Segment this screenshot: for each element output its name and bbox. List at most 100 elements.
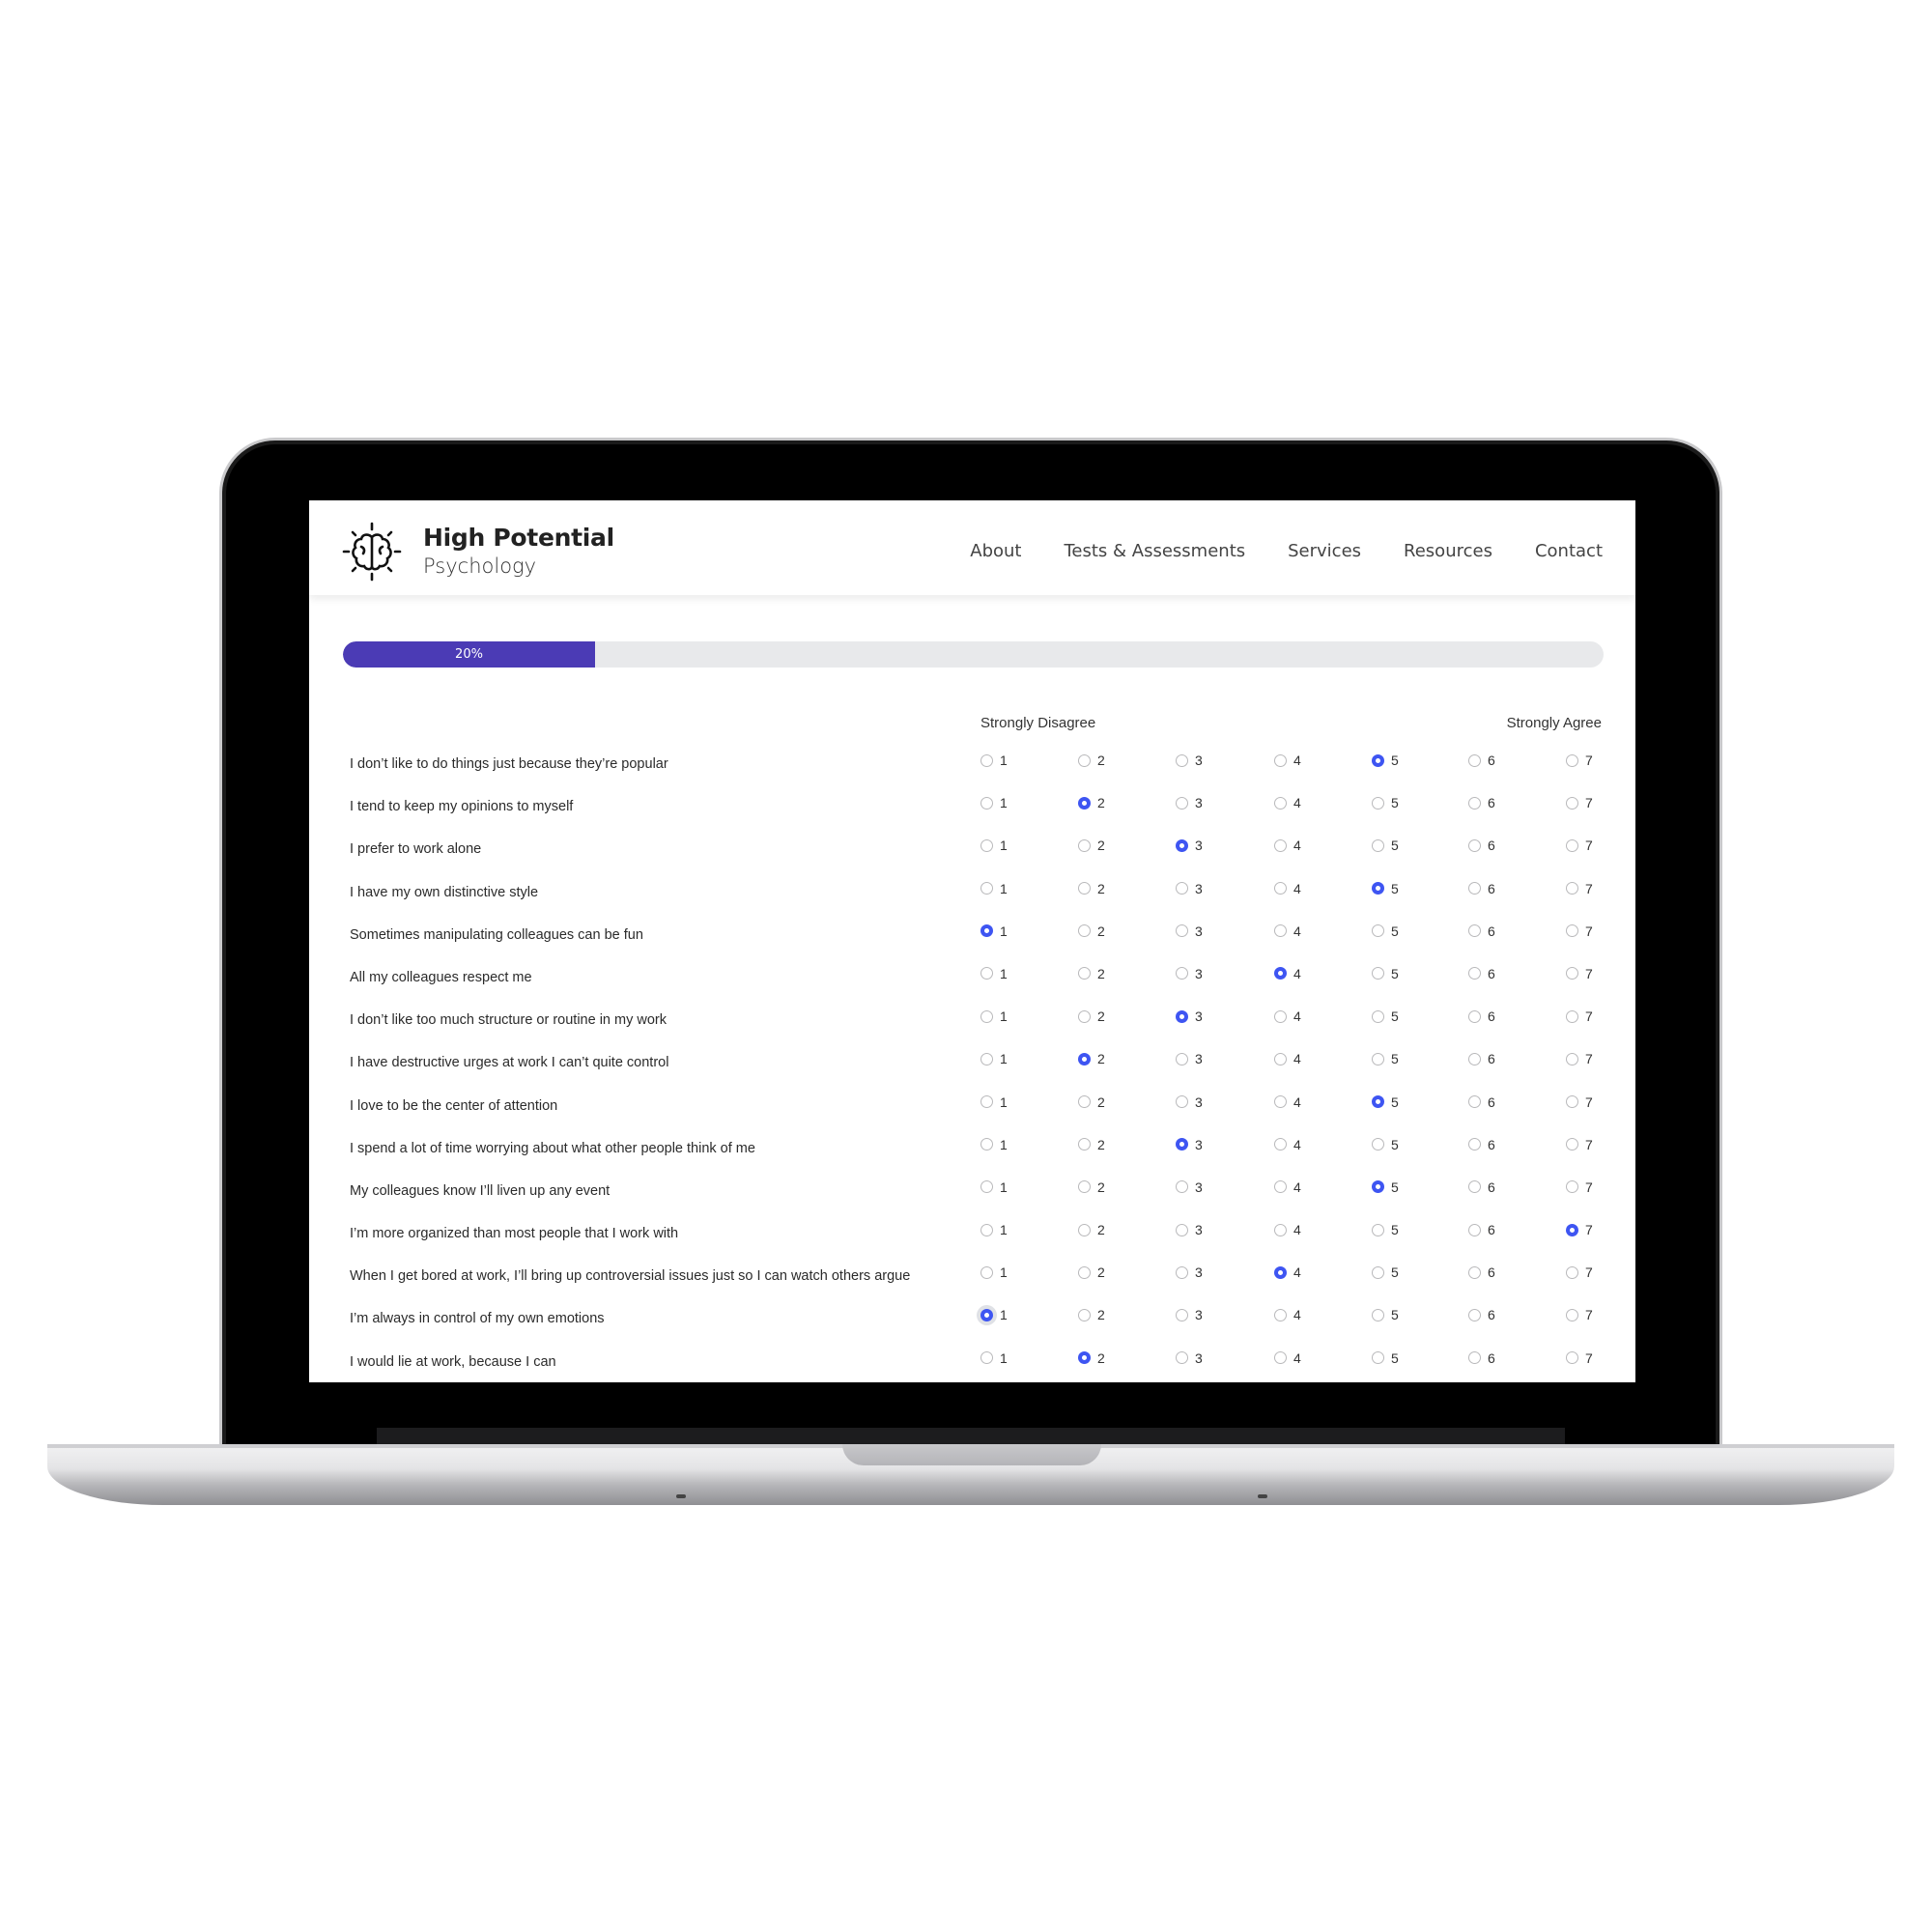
likert-option-4[interactable]: 4 xyxy=(1274,1350,1301,1366)
radio-selected[interactable] xyxy=(1176,1009,1188,1023)
likert-option-4[interactable]: 4 xyxy=(1274,753,1301,768)
radio-unselected[interactable] xyxy=(1468,1095,1481,1108)
likert-option-2[interactable]: 2 xyxy=(1078,1137,1105,1152)
nav-contact[interactable]: Contact xyxy=(1535,541,1603,561)
radio-unselected[interactable] xyxy=(980,753,993,767)
radio-unselected[interactable] xyxy=(1468,1308,1481,1321)
radio-unselected[interactable] xyxy=(1468,1223,1481,1236)
likert-option-5[interactable]: 5 xyxy=(1372,966,1399,981)
likert-option-7[interactable]: 7 xyxy=(1566,838,1593,853)
radio-unselected[interactable] xyxy=(980,1351,993,1365)
likert-option-5[interactable]: 5 xyxy=(1372,881,1399,896)
likert-option-6[interactable]: 6 xyxy=(1468,1094,1495,1110)
likert-option-2[interactable]: 2 xyxy=(1078,1350,1105,1366)
likert-option-7[interactable]: 7 xyxy=(1566,753,1593,768)
likert-option-4[interactable]: 4 xyxy=(1274,881,1301,896)
radio-unselected[interactable] xyxy=(1566,1052,1578,1065)
likert-option-7[interactable]: 7 xyxy=(1566,1307,1593,1322)
radio-unselected[interactable] xyxy=(1468,924,1481,938)
likert-option-3[interactable]: 3 xyxy=(1176,1137,1203,1152)
likert-option-4[interactable]: 4 xyxy=(1274,923,1301,939)
nav-tests-assessments[interactable]: Tests & Assessments xyxy=(1064,541,1245,561)
likert-option-2[interactable]: 2 xyxy=(1078,1222,1105,1237)
likert-option-5[interactable]: 5 xyxy=(1372,1264,1399,1280)
likert-option-3[interactable]: 3 xyxy=(1176,1222,1203,1237)
radio-unselected[interactable] xyxy=(1372,796,1384,810)
likert-option-3[interactable]: 3 xyxy=(1176,966,1203,981)
likert-option-5[interactable]: 5 xyxy=(1372,1350,1399,1366)
radio-unselected[interactable] xyxy=(980,1138,993,1151)
radio-unselected[interactable] xyxy=(1566,1180,1578,1194)
radio-unselected[interactable] xyxy=(1566,967,1578,980)
radio-unselected[interactable] xyxy=(980,1052,993,1065)
radio-unselected[interactable] xyxy=(1372,1308,1384,1321)
likert-option-5[interactable]: 5 xyxy=(1372,1307,1399,1322)
likert-option-4[interactable]: 4 xyxy=(1274,795,1301,810)
likert-option-1[interactable]: 1 xyxy=(980,1179,1008,1195)
radio-unselected[interactable] xyxy=(1078,1308,1091,1321)
likert-option-6[interactable]: 6 xyxy=(1468,1009,1495,1024)
radio-unselected[interactable] xyxy=(1372,967,1384,980)
likert-option-1[interactable]: 1 xyxy=(980,1307,1008,1322)
likert-option-2[interactable]: 2 xyxy=(1078,881,1105,896)
radio-unselected[interactable] xyxy=(1078,753,1091,767)
likert-option-3[interactable]: 3 xyxy=(1176,795,1203,810)
radio-unselected[interactable] xyxy=(1372,1223,1384,1236)
likert-option-2[interactable]: 2 xyxy=(1078,1307,1105,1322)
likert-option-1[interactable]: 1 xyxy=(980,1009,1008,1024)
radio-unselected[interactable] xyxy=(1566,796,1578,810)
radio-unselected[interactable] xyxy=(1468,1351,1481,1365)
likert-option-1[interactable]: 1 xyxy=(980,1264,1008,1280)
likert-option-2[interactable]: 2 xyxy=(1078,1264,1105,1280)
radio-selected[interactable] xyxy=(1372,1180,1384,1194)
radio-unselected[interactable] xyxy=(980,1265,993,1279)
likert-option-7[interactable]: 7 xyxy=(1566,881,1593,896)
likert-option-2[interactable]: 2 xyxy=(1078,795,1105,810)
likert-option-5[interactable]: 5 xyxy=(1372,795,1399,810)
likert-option-2[interactable]: 2 xyxy=(1078,1179,1105,1195)
likert-option-1[interactable]: 1 xyxy=(980,881,1008,896)
radio-selected[interactable] xyxy=(1566,1223,1578,1236)
likert-option-1[interactable]: 1 xyxy=(980,1222,1008,1237)
radio-unselected[interactable] xyxy=(1274,882,1287,895)
likert-option-7[interactable]: 7 xyxy=(1566,923,1593,939)
likert-option-4[interactable]: 4 xyxy=(1274,1051,1301,1066)
likert-option-4[interactable]: 4 xyxy=(1274,1307,1301,1322)
likert-option-3[interactable]: 3 xyxy=(1176,881,1203,896)
radio-unselected[interactable] xyxy=(1566,1308,1578,1321)
radio-unselected[interactable] xyxy=(1468,882,1481,895)
radio-unselected[interactable] xyxy=(1372,1138,1384,1151)
radio-unselected[interactable] xyxy=(1468,796,1481,810)
likert-option-5[interactable]: 5 xyxy=(1372,1137,1399,1152)
radio-unselected[interactable] xyxy=(1078,838,1091,852)
likert-option-3[interactable]: 3 xyxy=(1176,923,1203,939)
radio-unselected[interactable] xyxy=(1274,1138,1287,1151)
likert-option-5[interactable]: 5 xyxy=(1372,1009,1399,1024)
radio-unselected[interactable] xyxy=(1372,1009,1384,1023)
radio-unselected[interactable] xyxy=(1078,967,1091,980)
likert-option-5[interactable]: 5 xyxy=(1372,838,1399,853)
likert-option-7[interactable]: 7 xyxy=(1566,1009,1593,1024)
likert-option-1[interactable]: 1 xyxy=(980,795,1008,810)
likert-option-2[interactable]: 2 xyxy=(1078,1094,1105,1110)
radio-unselected[interactable] xyxy=(1078,1265,1091,1279)
radio-unselected[interactable] xyxy=(1078,1009,1091,1023)
likert-option-6[interactable]: 6 xyxy=(1468,1222,1495,1237)
likert-option-6[interactable]: 6 xyxy=(1468,881,1495,896)
likert-option-2[interactable]: 2 xyxy=(1078,1051,1105,1066)
radio-unselected[interactable] xyxy=(980,1095,993,1108)
radio-unselected[interactable] xyxy=(1274,1180,1287,1194)
likert-option-7[interactable]: 7 xyxy=(1566,1051,1593,1066)
radio-unselected[interactable] xyxy=(1372,1351,1384,1365)
radio-unselected[interactable] xyxy=(1468,1265,1481,1279)
radio-unselected[interactable] xyxy=(1372,1265,1384,1279)
likert-option-7[interactable]: 7 xyxy=(1566,1137,1593,1152)
likert-option-4[interactable]: 4 xyxy=(1274,1179,1301,1195)
likert-option-7[interactable]: 7 xyxy=(1566,1350,1593,1366)
likert-option-3[interactable]: 3 xyxy=(1176,1264,1203,1280)
likert-option-3[interactable]: 3 xyxy=(1176,1051,1203,1066)
radio-unselected[interactable] xyxy=(1566,924,1578,938)
radio-unselected[interactable] xyxy=(1078,924,1091,938)
radio-unselected[interactable] xyxy=(1078,1223,1091,1236)
radio-unselected[interactable] xyxy=(1372,924,1384,938)
